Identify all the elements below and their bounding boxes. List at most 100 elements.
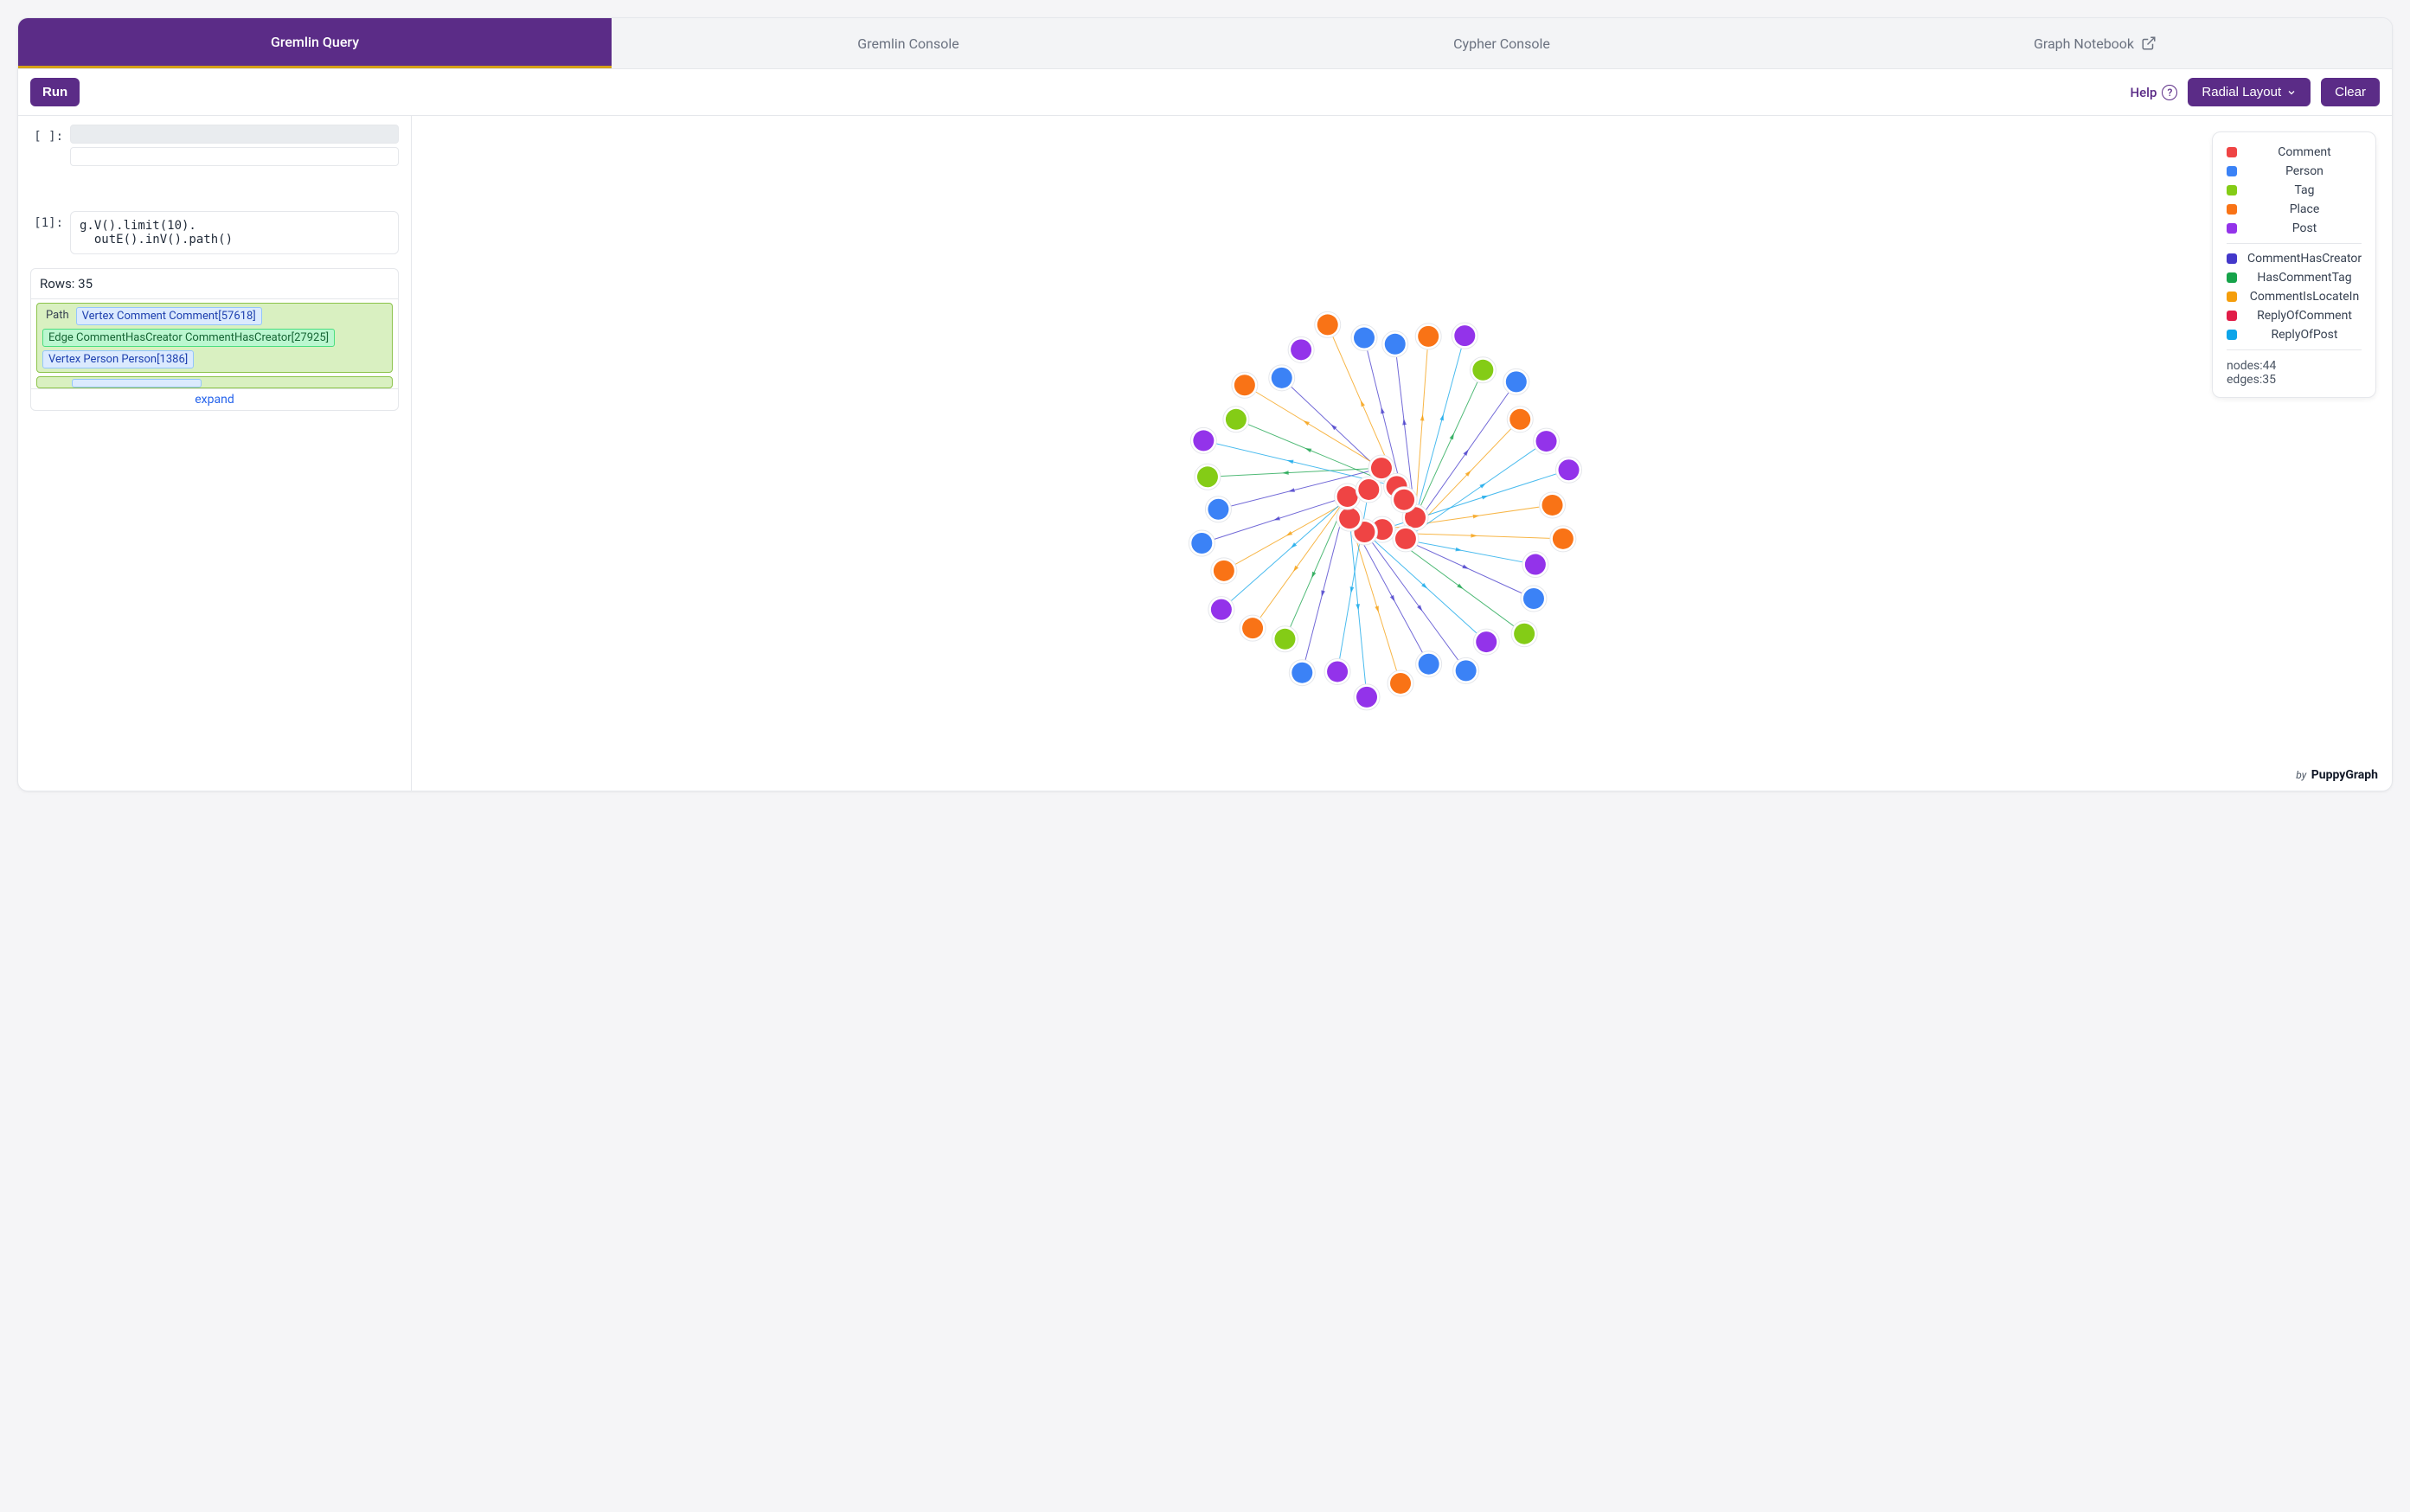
tab-gremlin-query[interactable]: Gremlin Query	[18, 18, 612, 68]
graph-node[interactable]	[1274, 629, 1295, 650]
legend-label: Comment	[2247, 145, 2362, 159]
graph-node[interactable]	[1234, 375, 1255, 395]
graph-node[interactable]	[1542, 495, 1563, 516]
graph-node[interactable]	[1272, 368, 1292, 388]
legend-label: Tag	[2247, 183, 2362, 197]
clear-button[interactable]: Clear	[2321, 78, 2380, 106]
query-input-line2[interactable]	[70, 147, 399, 166]
expand-label: expand	[195, 393, 234, 407]
legend-swatch	[2227, 166, 2237, 176]
graph-node[interactable]	[1337, 486, 1358, 507]
graph-node[interactable]	[1559, 459, 1580, 480]
legend-swatch	[2227, 253, 2237, 264]
graph-node[interactable]	[1394, 490, 1414, 510]
graph-edge[interactable]	[1364, 532, 1465, 670]
main-split: [ ]: [1]: g.V().limit(10). outE().inV().…	[18, 116, 2392, 791]
graph-node[interactable]	[1226, 409, 1247, 430]
button-label: Radial Layout	[2202, 85, 2281, 99]
graph-node[interactable]	[1419, 654, 1439, 675]
legend-row: Tag	[2227, 181, 2362, 200]
graph-node[interactable]	[1454, 325, 1475, 346]
vertex-chip[interactable]: Vertex Comment Comment[57618]	[76, 307, 262, 325]
help-icon: ?	[2162, 85, 2177, 100]
graph-node[interactable]	[1553, 529, 1574, 549]
legend-swatch	[2227, 311, 2237, 321]
graph-node[interactable]	[1191, 533, 1212, 554]
graph-node[interactable]	[1523, 588, 1544, 609]
results-box: Rows: 35 Path Vertex Comment Comment[576…	[30, 268, 399, 411]
graph-node[interactable]	[1509, 409, 1530, 430]
vertex-chip-peek	[72, 379, 202, 388]
graph-node[interactable]	[1385, 334, 1406, 355]
graph-node[interactable]	[1214, 561, 1234, 581]
legend-row: CommentHasCreator	[2227, 249, 2362, 268]
legend: CommentPersonTagPlacePostCommentHasCreat…	[2212, 131, 2376, 398]
expand-link[interactable]: expand	[31, 388, 398, 410]
footer-brand-name: PuppyGraph	[2311, 768, 2378, 782]
graph-node[interactable]	[1358, 479, 1379, 500]
graph-node[interactable]	[1506, 371, 1527, 392]
query-code[interactable]: g.V().limit(10). outE().inV().path()	[70, 211, 399, 254]
tab-label: Cypher Console	[1453, 35, 1550, 52]
tab-label: Graph Notebook	[2034, 35, 2134, 52]
graph-node[interactable]	[1339, 508, 1360, 529]
graph-node[interactable]	[1476, 631, 1497, 652]
cell-prompt: [ ]:	[30, 125, 63, 166]
edge-chip[interactable]: Edge CommentHasCreator CommentHasCreator…	[42, 329, 335, 347]
graph-node[interactable]	[1208, 499, 1228, 520]
vertex-chip[interactable]: Vertex Person Person[1386]	[42, 350, 194, 368]
tab-label: Gremlin Query	[271, 34, 359, 50]
legend-row: ReplyOfPost	[2227, 325, 2362, 344]
graph-node[interactable]	[1317, 314, 1338, 335]
legend-stats: nodes:44edges:35	[2227, 356, 2362, 387]
graph-edge[interactable]	[1415, 336, 1428, 517]
graph-node[interactable]	[1390, 673, 1411, 694]
tab-cypher-console[interactable]: Cypher Console	[1205, 18, 1798, 68]
external-link-icon	[2141, 35, 2157, 51]
toolbar: Run Help ? Radial Layout Clear	[18, 69, 2392, 116]
graph-node[interactable]	[1418, 326, 1439, 347]
legend-row: CommentIsLocateIn	[2227, 287, 2362, 306]
legend-label: ReplyOfComment	[2247, 309, 2362, 323]
cell-prompt: [1]:	[30, 211, 63, 254]
run-button[interactable]: Run	[30, 78, 80, 106]
legend-swatch	[2227, 292, 2237, 302]
graph-panel[interactable]: CommentPersonTagPlacePostCommentHasCreat…	[412, 116, 2392, 791]
tab-graph-notebook[interactable]: Graph Notebook	[1798, 18, 2392, 68]
legend-row: ReplyOfComment	[2227, 306, 2362, 325]
graph-edge[interactable]	[1253, 497, 1348, 628]
graph-node[interactable]	[1193, 430, 1214, 451]
layout-dropdown[interactable]: Radial Layout	[2188, 78, 2311, 106]
graph-canvas[interactable]	[412, 116, 2392, 791]
graph-node[interactable]	[1456, 660, 1477, 681]
graph-node[interactable]	[1211, 599, 1232, 620]
graph-node[interactable]	[1525, 554, 1546, 575]
legend-swatch	[2227, 223, 2237, 234]
graph-node[interactable]	[1395, 529, 1416, 549]
result-path-row[interactable]: Path Vertex Comment Comment[57618] Edge …	[36, 303, 393, 373]
legend-label: CommentIsLocateIn	[2247, 290, 2362, 304]
graph-node[interactable]	[1536, 431, 1557, 452]
app-window: Gremlin Query Gremlin Console Cypher Con…	[17, 17, 2393, 791]
graph-node[interactable]	[1514, 624, 1535, 644]
query-input[interactable]	[70, 125, 399, 144]
graph-node[interactable]	[1327, 661, 1348, 682]
legend-swatch	[2227, 272, 2237, 283]
graph-node[interactable]	[1356, 687, 1377, 708]
query-cell-1: [1]: g.V().limit(10). outE().inV().path(…	[30, 211, 399, 254]
chevron-down-icon	[2286, 87, 2297, 98]
query-cell-empty: [ ]:	[30, 125, 399, 166]
query-panel: [ ]: [1]: g.V().limit(10). outE().inV().…	[18, 116, 412, 791]
tab-gremlin-console[interactable]: Gremlin Console	[612, 18, 1205, 68]
graph-node[interactable]	[1472, 360, 1493, 381]
graph-node[interactable]	[1371, 458, 1392, 478]
graph-node[interactable]	[1197, 466, 1218, 487]
graph-node[interactable]	[1354, 328, 1375, 349]
help-link[interactable]: Help ?	[2130, 85, 2177, 100]
graph-node[interactable]	[1291, 339, 1311, 360]
legend-label: Place	[2247, 202, 2362, 216]
graph-node[interactable]	[1292, 663, 1312, 683]
legend-label: CommentHasCreator	[2247, 252, 2362, 266]
graph-node[interactable]	[1242, 618, 1263, 638]
legend-label: ReplyOfPost	[2247, 328, 2362, 342]
